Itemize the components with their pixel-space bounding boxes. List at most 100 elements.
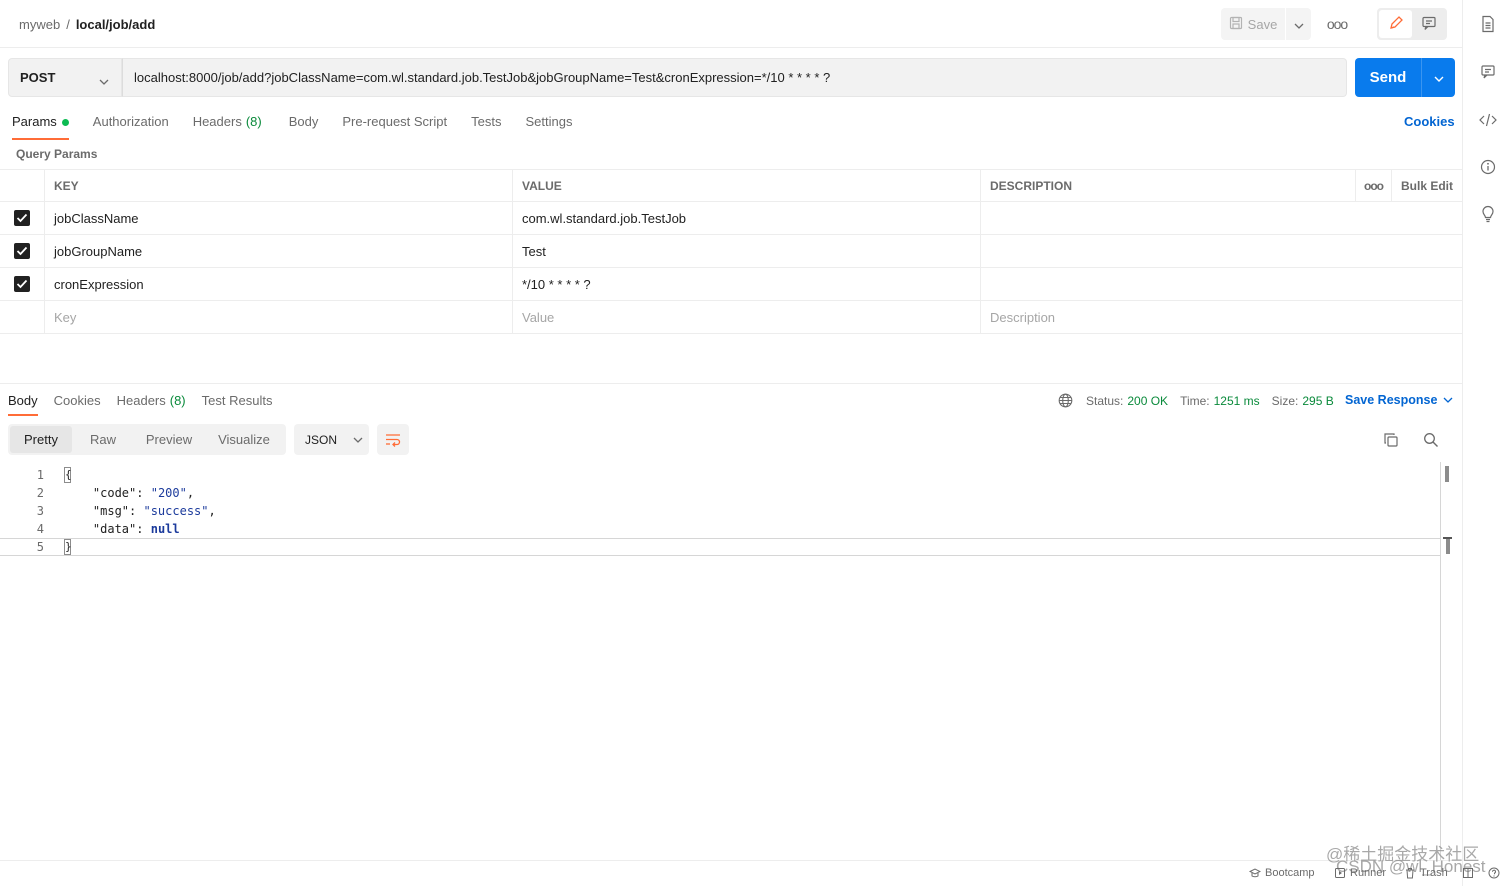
code-line: 1{: [0, 466, 1440, 484]
globe-icon[interactable]: [1058, 393, 1073, 408]
send-dropdown-button[interactable]: [1421, 58, 1455, 97]
new-key-input[interactable]: Key: [44, 301, 512, 333]
status-label: Status:: [1086, 393, 1124, 408]
view-tab-pretty[interactable]: Pretty: [10, 426, 72, 453]
chevron-down-icon: [99, 73, 109, 88]
param-description-cell[interactable]: [980, 202, 1462, 234]
view-tab-visualize[interactable]: Visualize: [204, 426, 284, 453]
breadcrumb-separator: /: [66, 17, 70, 32]
tab-authorization[interactable]: Authorization: [93, 112, 169, 140]
time-value[interactable]: 1251 ms: [1214, 394, 1260, 408]
breadcrumb-request[interactable]: local/job/add: [76, 17, 155, 32]
status-value[interactable]: 200 OK: [1127, 394, 1168, 408]
param-description-cell[interactable]: [980, 268, 1462, 300]
tab-pre-request-script[interactable]: Pre-request Script: [342, 112, 447, 140]
size-label: Size:: [1271, 393, 1299, 408]
empty-checkbox-cell: [0, 301, 44, 333]
code-line: 4 "data": null: [0, 520, 1440, 538]
json-comma: ,: [208, 504, 216, 518]
tab-params[interactable]: Params: [12, 112, 69, 140]
info-icon[interactable]: [1478, 157, 1498, 177]
postman-window: myweb / local/job/add Save ooo POST loca…: [0, 0, 1512, 886]
response-tab-headers[interactable]: Headers (8): [117, 392, 186, 416]
chevron-down-icon: [1294, 17, 1304, 32]
checkbox-checked-icon: [14, 243, 30, 259]
send-button-group: Send: [1355, 58, 1455, 97]
copy-icon[interactable]: [1382, 431, 1400, 449]
tab-tests[interactable]: Tests: [471, 112, 501, 140]
new-value-input[interactable]: Value: [512, 301, 980, 333]
row-checkbox[interactable]: [0, 268, 44, 300]
editor-scrollbar-track: [1440, 462, 1441, 860]
response-body-editor[interactable]: 1{ 2 "code": "200", 3 "msg": "success", …: [0, 466, 1440, 556]
code-line-current: 5}: [0, 538, 1440, 556]
request-header: myweb / local/job/add Save ooo: [0, 0, 1462, 48]
open-brace-marker: {: [64, 467, 72, 483]
cookies-link[interactable]: Cookies: [1404, 114, 1455, 129]
size-value[interactable]: 295 B: [1302, 394, 1333, 408]
save-response-button[interactable]: Save Response: [1345, 393, 1453, 407]
format-select[interactable]: JSON: [294, 424, 369, 455]
table-row: cronExpression */10 * * * * ?: [0, 268, 1462, 301]
time-label: Time:: [1180, 393, 1210, 408]
chevron-down-icon: [1443, 397, 1453, 403]
two-pane-icon: [1462, 867, 1474, 879]
column-header-description: DESCRIPTION: [980, 170, 1355, 201]
new-description-input[interactable]: Description: [980, 301, 1462, 333]
param-key-cell[interactable]: jobClassName: [44, 202, 512, 234]
response-tab-test-results[interactable]: Test Results: [202, 392, 273, 416]
param-value-cell[interactable]: */10 * * * * ?: [512, 268, 980, 300]
runner-icon: [1334, 867, 1346, 879]
footer-bootcamp[interactable]: Bootcamp: [1249, 867, 1315, 879]
param-value-cell[interactable]: Test: [512, 235, 980, 267]
tab-label: Authorization: [92, 114, 169, 129]
footer-runner[interactable]: Runner: [1334, 867, 1386, 879]
code-line: 3 "msg": "success",: [0, 502, 1440, 520]
tab-body[interactable]: Body: [289, 112, 319, 140]
param-key-cell[interactable]: cronExpression: [44, 268, 512, 300]
comment-mode-button[interactable]: [1412, 10, 1445, 38]
more-actions-button[interactable]: ooo: [1325, 14, 1349, 34]
footer-trash[interactable]: Trash: [1404, 867, 1448, 879]
param-description-cell[interactable]: [980, 235, 1462, 267]
tab-settings[interactable]: Settings: [525, 112, 572, 140]
bulk-edit-button[interactable]: Bulk Edit: [1391, 170, 1462, 201]
code-icon[interactable]: [1478, 110, 1498, 130]
bootcamp-icon: [1249, 867, 1261, 879]
breadcrumb-workspace[interactable]: myweb: [19, 17, 60, 32]
param-value-cell[interactable]: com.wl.standard.job.TestJob: [512, 202, 980, 234]
lightbulb-icon[interactable]: [1478, 204, 1498, 224]
wrap-lines-button[interactable]: [377, 424, 409, 455]
column-options-button[interactable]: ooo: [1355, 170, 1391, 201]
url-input[interactable]: localhost:8000/job/add?jobClassName=com.…: [122, 58, 1347, 97]
footer-layout-toggle[interactable]: [1462, 867, 1474, 879]
table-row-new: Key Value Description: [0, 301, 1462, 334]
view-tab-raw[interactable]: Raw: [72, 426, 134, 453]
search-icon[interactable]: [1422, 431, 1440, 449]
documentation-icon[interactable]: [1478, 14, 1498, 34]
checkbox-checked-icon: [14, 276, 30, 292]
query-params-title: Query Params: [16, 147, 98, 161]
param-key-cell[interactable]: jobGroupName: [44, 235, 512, 267]
comments-icon[interactable]: [1478, 62, 1498, 82]
send-button[interactable]: Send: [1355, 58, 1421, 97]
footer-help[interactable]: [1488, 867, 1500, 879]
view-tab-preview[interactable]: Preview: [134, 426, 204, 453]
response-tab-cookies[interactable]: Cookies: [54, 392, 101, 416]
scrollbar-marker-top[interactable]: [1445, 466, 1449, 482]
response-tab-body[interactable]: Body: [8, 392, 38, 416]
save-button[interactable]: Save: [1221, 8, 1285, 40]
json-colon: :: [129, 504, 144, 518]
right-sidebar: [1462, 0, 1512, 886]
row-checkbox[interactable]: [0, 235, 44, 267]
edit-mode-button[interactable]: [1379, 10, 1412, 38]
method-select[interactable]: POST: [8, 58, 122, 97]
tab-headers[interactable]: Headers (8): [193, 112, 262, 140]
header-checkbox-cell: [0, 170, 44, 201]
line-number: 5: [36, 540, 44, 554]
tab-label: Headers: [116, 393, 166, 408]
save-dropdown-button[interactable]: [1285, 8, 1311, 40]
row-checkbox[interactable]: [0, 202, 44, 234]
tab-count: (8): [169, 393, 186, 408]
scrollbar-marker-cursor[interactable]: [1443, 537, 1452, 554]
